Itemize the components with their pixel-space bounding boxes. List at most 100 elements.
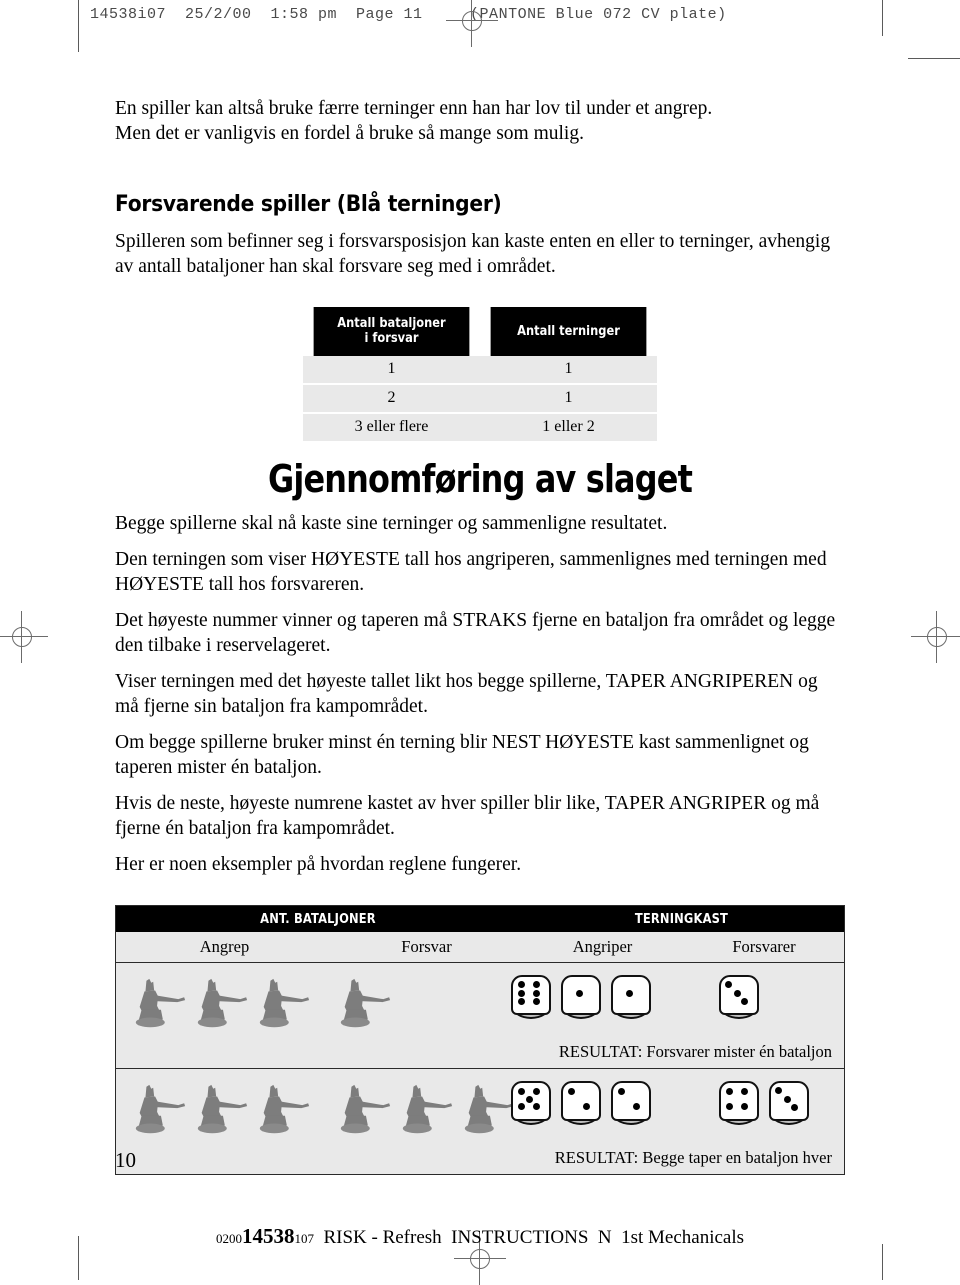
- soldier-token-icon: [464, 1084, 515, 1134]
- die-pip: [532, 980, 540, 988]
- die-face-2-icon: [561, 1081, 601, 1127]
- cell-battalions: 1: [303, 356, 480, 385]
- defense-dice-table: Antall bataljoner i forsvar Antall terni…: [303, 307, 657, 441]
- die-pips: [613, 977, 645, 1009]
- soldier-token-icon: [340, 1084, 391, 1134]
- column-header-attack: Angrep: [199, 937, 250, 956]
- header-dice-label: Antall terninger: [517, 323, 620, 339]
- die-pips: [771, 1083, 803, 1115]
- die-pip: [633, 1103, 641, 1111]
- die-face-4-icon: [719, 1081, 759, 1127]
- die-pip: [518, 989, 526, 997]
- column-header-defender: Forsvarer: [732, 937, 796, 956]
- die-pips: [721, 977, 753, 1009]
- die-face-3-icon: [719, 975, 759, 1021]
- imprint-prefix: 0200: [215, 1231, 242, 1246]
- intro-line-2: Men det er vanligvis en fordel å bruke s…: [115, 123, 584, 144]
- defense-dice-table-wrapper: Antall bataljoner i forsvar Antall terni…: [115, 307, 845, 441]
- die-pip: [617, 1087, 625, 1095]
- battle-paragraph-2: Den terningen som viser HØYESTE tall hos…: [115, 549, 827, 595]
- die-pip: [740, 1102, 748, 1110]
- die-pip: [532, 1102, 540, 1110]
- result-text-row-1: RESULTAT: Forsvarer mister én bataljon: [558, 1042, 832, 1061]
- die-face-6-icon: [511, 975, 551, 1021]
- soldier-token-icon: [197, 978, 248, 1028]
- die-pips: [513, 977, 545, 1009]
- column-header-attacker: Angriper: [572, 937, 633, 956]
- intro-line-1: En spiller kan altså bruke færre terning…: [115, 98, 713, 119]
- die-pip: [532, 989, 540, 997]
- soldier-token-icon: [135, 978, 186, 1028]
- group-header-dice-rolls: TERNINGKAST: [634, 911, 729, 927]
- soldier-token-icon: [259, 1084, 310, 1134]
- die-pip: [740, 1088, 748, 1096]
- die-pip: [567, 1087, 575, 1095]
- die-pip: [518, 998, 526, 1006]
- battle-example-table: ANT. BATALJONER TERNINGKAST Angrep Forsv…: [115, 905, 845, 1175]
- cell-dice: 1 eller 2: [480, 413, 657, 441]
- battle-paragraph-1: Begge spillerne skal nå kaste sine terni…: [115, 513, 668, 534]
- imprint-footer: 020014538107 RISK - Refresh INSTRUCTIONS…: [0, 1224, 960, 1249]
- example-table-column-header-row: Angrep Forsvar Angriper Forsvarer: [116, 932, 844, 963]
- defense-figures-row-1: [335, 975, 393, 1033]
- example-table-group-header-row: ANT. BATALJONER TERNINGKAST: [116, 906, 844, 932]
- die-pips: [613, 1083, 645, 1115]
- cell-dice: 1: [480, 356, 657, 385]
- die-face-2-icon: [611, 1081, 651, 1127]
- header-number-of-dice: Antall terninger: [490, 307, 647, 356]
- battle-paragraph-4: Viser terningen med det høyeste tallet l…: [115, 671, 818, 717]
- section-heading-defending-player: Forsvarende spiller (Blå terninger): [115, 192, 502, 217]
- die-pips: [563, 977, 595, 1009]
- die-pips: [513, 1083, 545, 1115]
- battle-paragraph-3: Det høyeste nummer vinner og taperen må …: [115, 610, 836, 656]
- defense-dice-table-body: 1 1 2 1 3 eller flere 1 eller 2: [303, 356, 657, 441]
- result-text-row-2: RESULTAT: Begge taper en bataljon hver: [554, 1148, 832, 1167]
- die-pip: [532, 1088, 540, 1096]
- die-face-1-icon: [561, 975, 601, 1021]
- display-heading-battle: Gjennomføring av slaget: [267, 457, 693, 501]
- die-pip: [741, 997, 749, 1005]
- defense-figures-row-2: [335, 1081, 517, 1139]
- imprint-description: RISK - Refresh INSTRUCTIONS N 1st Mechan…: [323, 1227, 745, 1248]
- page-number: 10: [115, 1148, 136, 1172]
- die-pip: [783, 1095, 791, 1103]
- attacker-dice-row-2: [511, 1081, 651, 1127]
- battle-paragraphs: Begge spillerne skal nå kaste sine terni…: [115, 511, 845, 877]
- table-header-row: Antall bataljoner i forsvar Antall terni…: [303, 307, 657, 356]
- cell-battalions: 2: [303, 384, 480, 414]
- page-content: En spiller kan altså bruke færre terning…: [115, 96, 845, 1175]
- die-pip: [518, 1102, 526, 1110]
- die-pip: [583, 1103, 591, 1111]
- die-pip: [575, 989, 583, 997]
- die-face-5-icon: [511, 1081, 551, 1127]
- document-page: En spiller kan altså bruke færre terning…: [0, 0, 960, 1280]
- table-row: 3 eller flere 1 eller 2: [303, 413, 657, 441]
- die-pip: [791, 1103, 799, 1111]
- die-pip: [726, 1088, 734, 1096]
- cell-battalions: 3 eller flere: [303, 413, 480, 441]
- header-battalions-line-1: Antall bataljoner: [337, 316, 446, 331]
- die-pip: [733, 989, 741, 997]
- battle-paragraph-5: Om begge spillerne bruker minst én terni…: [115, 732, 809, 778]
- table-row: 1 1: [303, 356, 657, 385]
- table-row: 2 1: [303, 384, 657, 414]
- imprint-suffix: 107: [294, 1231, 314, 1246]
- soldier-token-icon: [259, 978, 310, 1028]
- defender-dice-row-2: [719, 1081, 809, 1127]
- soldier-token-icon: [197, 1084, 248, 1134]
- column-header-defense: Forsvar: [401, 937, 452, 956]
- header-battalions-in-defense: Antall bataljoner i forsvar: [313, 307, 470, 356]
- defender-dice-row-1: [719, 975, 759, 1021]
- die-pips: [721, 1083, 753, 1115]
- imprint-job-number: 14538: [241, 1224, 295, 1248]
- die-pip: [518, 980, 526, 988]
- die-pip: [532, 998, 540, 1006]
- table-row: RESULTAT: Begge taper en bataljon hver: [116, 1069, 844, 1174]
- die-face-3-icon: [769, 1081, 809, 1127]
- group-header-battalions: ANT. BATALJONER: [260, 911, 376, 927]
- intro-paragraph: En spiller kan altså bruke færre terning…: [115, 96, 845, 146]
- battle-paragraph-7: Her er noen eksempler på hvordan reglene…: [115, 854, 522, 875]
- header-battalions-line-2: i forsvar: [364, 331, 419, 346]
- die-pip: [625, 989, 633, 997]
- die-pips: [563, 1083, 595, 1115]
